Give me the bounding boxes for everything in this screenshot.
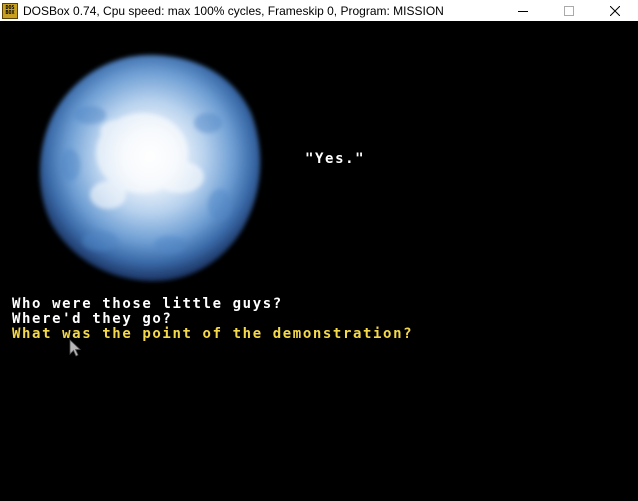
close-icon [610,5,620,16]
npc-speech: "Yes." [305,151,366,167]
title-bar[interactable]: DOS BOX DOSBox 0.74, Cpu speed: max 100%… [0,0,638,21]
app-icon-text-bottom: BOX [5,9,15,16]
minimize-button[interactable] [500,0,546,21]
minimize-icon [518,10,528,12]
window-title: DOSBox 0.74, Cpu speed: max 100% cycles,… [23,3,444,18]
dialog-option[interactable]: Who were those little guys? [12,297,283,312]
dialog-option[interactable]: Where'd they go? [12,312,172,327]
dosbox-app-icon[interactable]: DOS BOX [2,2,18,19]
game-screen[interactable]: "Yes." Who were those little guys? Where… [0,21,638,501]
maximize-icon [564,5,574,16]
alien-energy-orb [39,55,261,282]
maximize-button[interactable] [546,0,592,21]
close-button[interactable] [592,0,638,21]
dosbox-window: DOS BOX DOSBox 0.74, Cpu speed: max 100%… [0,0,638,501]
mouse-pointer-icon [69,339,81,357]
